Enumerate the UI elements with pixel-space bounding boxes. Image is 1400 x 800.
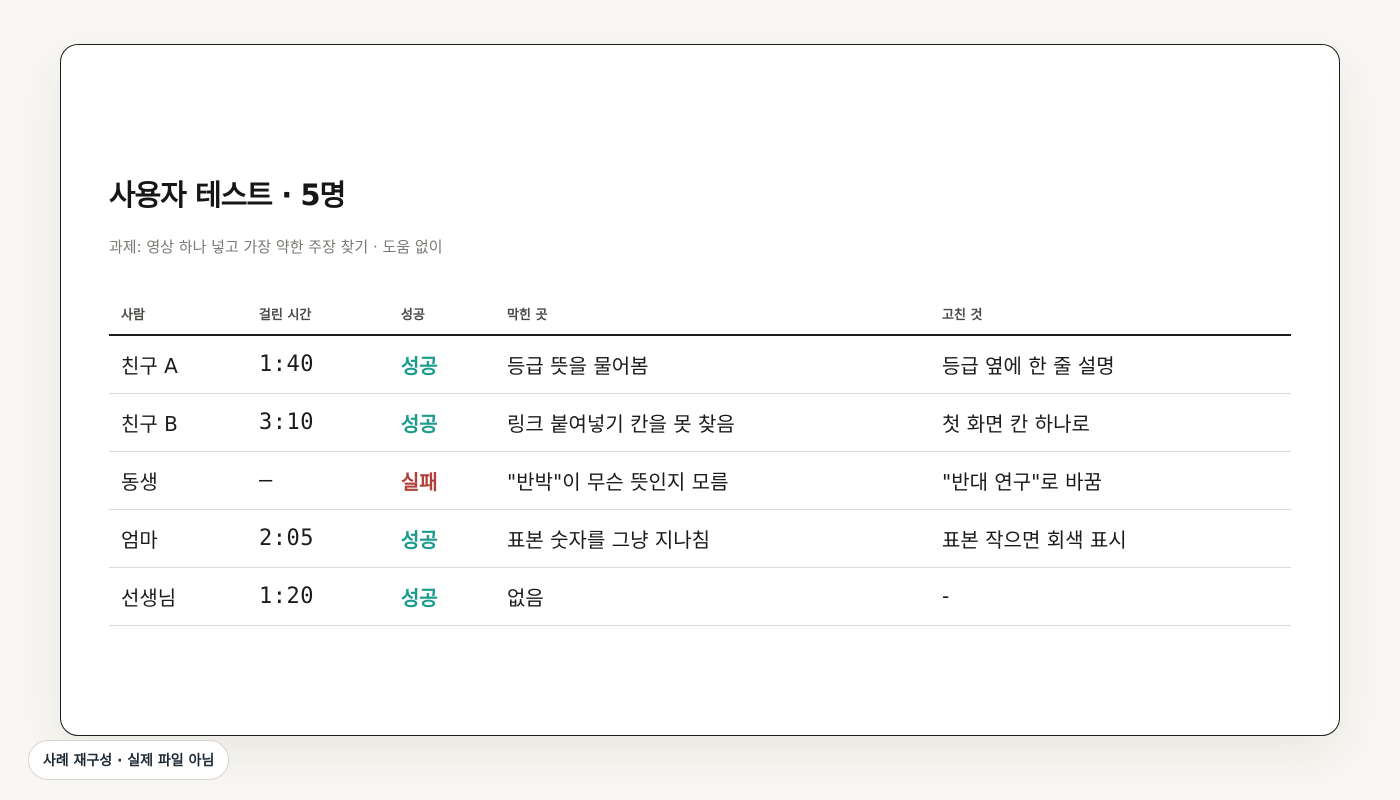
cell-person: 친구 A <box>109 335 247 394</box>
cell-stuck: "반박"이 무슨 뜻인지 모름 <box>495 451 930 510</box>
header-fix: 고친 것 <box>930 287 1291 336</box>
table-row: 엄마 2:05 성공 표본 숫자를 그냥 지나침 표본 작으면 회색 표시 <box>109 509 1291 568</box>
cell-time: — <box>247 451 389 510</box>
reconstruction-notice-badge: 사례 재구성 · 실제 파일 아님 <box>28 740 230 780</box>
task-description: 과제: 영상 하나 넣고 가장 약한 주장 찾기 · 도움 없이 <box>109 238 443 256</box>
table-row: 동생 — 실패 "반박"이 무슨 뜻인지 모름 "반대 연구"로 바꿈 <box>109 451 1291 510</box>
cell-person: 친구 B <box>109 393 247 452</box>
cell-person: 선생님 <box>109 567 247 626</box>
header-person: 사람 <box>109 287 247 336</box>
table-row: 선생님 1:20 성공 없음 - <box>109 567 1291 626</box>
cell-fix: 표본 작으면 회색 표시 <box>930 509 1291 568</box>
cell-stuck: 링크 붙여넣기 칸을 못 찾음 <box>495 393 930 452</box>
cell-fix: 등급 옆에 한 줄 설명 <box>930 335 1291 394</box>
cell-time: 3:10 <box>247 393 389 452</box>
cell-result: 성공 <box>389 393 495 452</box>
cell-time: 1:20 <box>247 567 389 626</box>
header-time: 걸린 시간 <box>247 287 389 336</box>
cell-fix: 첫 화면 칸 하나로 <box>930 393 1291 452</box>
cell-time: 1:40 <box>247 335 389 394</box>
cell-result: 성공 <box>389 335 495 394</box>
cell-result: 실패 <box>389 451 495 510</box>
table-row: 친구 B 3:10 성공 링크 붙여넣기 칸을 못 찾음 첫 화면 칸 하나로 <box>109 393 1291 452</box>
cell-stuck: 없음 <box>495 567 930 626</box>
cell-person: 엄마 <box>109 509 247 568</box>
cell-person: 동생 <box>109 451 247 510</box>
header-result: 성공 <box>389 287 495 336</box>
cell-stuck: 등급 뜻을 물어봄 <box>495 335 930 394</box>
cell-fix: - <box>930 567 1291 626</box>
table-header-row: 사람 걸린 시간 성공 막힌 곳 고친 것 <box>109 287 1291 336</box>
cell-stuck: 표본 숫자를 그냥 지나침 <box>495 509 930 568</box>
cell-result: 성공 <box>389 567 495 626</box>
cell-fix: "반대 연구"로 바꿈 <box>930 451 1291 510</box>
page-title: 사용자 테스트 · 5명 <box>109 178 346 212</box>
cell-result: 성공 <box>389 509 495 568</box>
cell-time: 2:05 <box>247 509 389 568</box>
results-table: 사람 걸린 시간 성공 막힌 곳 고친 것 친구 A 1:40 성공 등급 뜻을… <box>109 287 1291 626</box>
test-summary-card: 사용자 테스트 · 5명 과제: 영상 하나 넣고 가장 약한 주장 찾기 · … <box>60 44 1340 736</box>
card-content: 사용자 테스트 · 5명 과제: 영상 하나 넣고 가장 약한 주장 찾기 · … <box>109 177 1291 626</box>
header-stuck: 막힌 곳 <box>495 287 930 336</box>
table-row: 친구 A 1:40 성공 등급 뜻을 물어봄 등급 옆에 한 줄 설명 <box>109 335 1291 394</box>
